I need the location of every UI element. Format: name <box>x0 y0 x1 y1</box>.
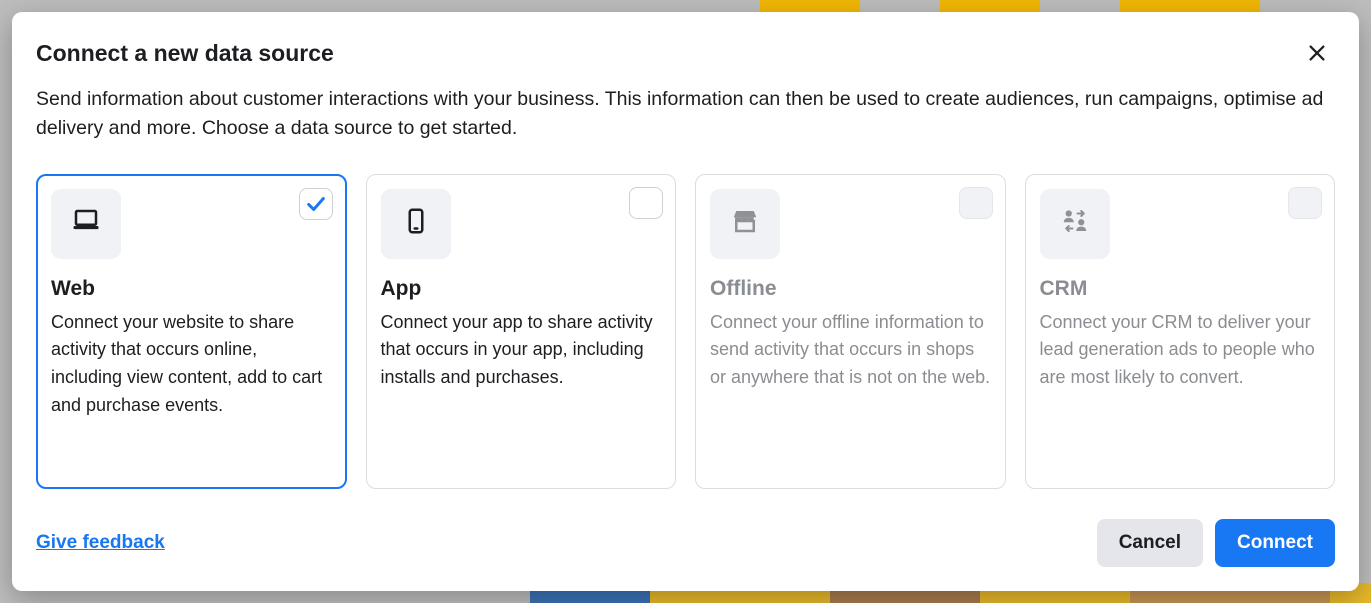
modal-header: Connect a new data source <box>36 40 1335 67</box>
checkmark-icon <box>305 193 327 215</box>
option-title: Offline <box>710 277 991 301</box>
option-title: Web <box>51 277 332 301</box>
option-icon-box <box>1040 189 1110 259</box>
connect-button[interactable]: Connect <box>1215 519 1335 567</box>
close-icon <box>1306 42 1328 67</box>
option-icon-box <box>381 189 451 259</box>
backdrop-decor <box>760 0 860 12</box>
option-description: Connect your website to share activity t… <box>51 309 332 421</box>
connect-data-source-modal: Connect a new data source Send informati… <box>12 12 1359 591</box>
modal-footer: Give feedback Cancel Connect <box>36 519 1335 567</box>
option-title: CRM <box>1040 277 1321 301</box>
modal-title: Connect a new data source <box>36 40 1335 67</box>
selection-indicator <box>1288 187 1322 219</box>
mobile-icon <box>401 206 431 241</box>
selection-indicator <box>299 188 333 220</box>
laptop-icon <box>71 206 101 241</box>
give-feedback-link[interactable]: Give feedback <box>36 532 165 554</box>
option-description: Connect your app to share activity that … <box>381 309 662 393</box>
option-card-offline: Offline Connect your offline information… <box>695 174 1006 490</box>
option-card-app[interactable]: App Connect your app to share activity t… <box>366 174 677 490</box>
modal-description: Send information about customer interact… <box>36 85 1335 144</box>
option-card-crm: CRM Connect your CRM to deliver your lea… <box>1025 174 1336 490</box>
option-description: Connect your offline information to send… <box>710 309 991 393</box>
option-icon-box <box>51 189 121 259</box>
selection-indicator <box>959 187 993 219</box>
option-icon-box <box>710 189 780 259</box>
option-title: App <box>381 277 662 301</box>
cancel-button[interactable]: Cancel <box>1097 519 1203 567</box>
close-button[interactable] <box>1299 36 1335 72</box>
data-source-options: Web Connect your website to share activi… <box>36 174 1335 490</box>
backdrop-decor <box>940 0 1040 12</box>
selection-indicator <box>629 187 663 219</box>
option-card-web[interactable]: Web Connect your website to share activi… <box>36 174 347 490</box>
store-icon <box>730 206 760 241</box>
footer-actions: Cancel Connect <box>1097 519 1335 567</box>
option-description: Connect your CRM to deliver your lead ge… <box>1040 309 1321 393</box>
people-sync-icon <box>1060 206 1090 241</box>
backdrop-decor <box>1120 0 1260 12</box>
